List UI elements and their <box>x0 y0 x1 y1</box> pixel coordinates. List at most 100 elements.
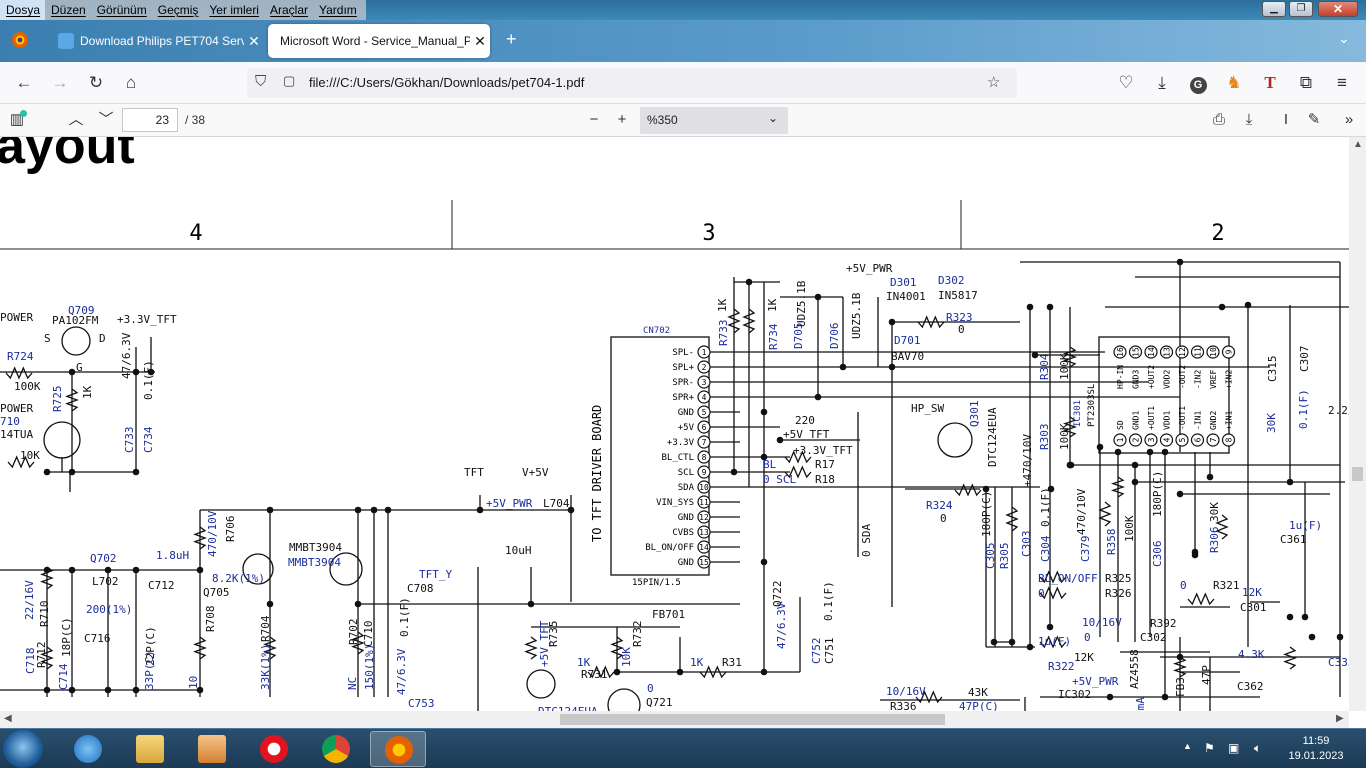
new-tab-button[interactable]: + <box>506 29 517 50</box>
list-all-tabs-button[interactable]: ⌄ <box>1338 30 1350 47</box>
vertical-scrollbar[interactable]: ▲ <box>1349 137 1366 711</box>
pocket-icon[interactable]: ♡ <box>1114 71 1138 95</box>
flag-icon[interactable]: ⚑ <box>1204 741 1215 755</box>
metamask-icon[interactable]: ♞ <box>1222 71 1246 95</box>
close-tab-icon[interactable]: ✕ <box>470 33 490 50</box>
previous-page-button[interactable]: ︿ <box>66 110 86 130</box>
reload-button[interactable]: ↻ <box>84 71 108 95</box>
component-label: HP_SW <box>911 402 944 415</box>
cn702-pin-number: 2 <box>702 363 707 372</box>
show-hidden-icons[interactable]: ▲ <box>1183 741 1192 751</box>
ic301-pin-number: 1 <box>1116 437 1125 442</box>
start-button[interactable] <box>3 730 43 768</box>
component-label: MMBT3904 <box>288 556 341 569</box>
media-icon <box>198 735 226 763</box>
bookmark-star-icon[interactable]: ☆ <box>987 73 1000 91</box>
ic301-pin-number: 16 <box>1116 347 1125 357</box>
scroll-right-arrow-icon[interactable]: ▶ <box>1336 713 1344 724</box>
component-label: PA102FM <box>52 314 99 327</box>
grammarly-icon[interactable]: G <box>1186 71 1210 95</box>
firefox-taskbar[interactable] <box>370 731 426 767</box>
internet-explorer-taskbar[interactable] <box>60 731 116 767</box>
translator-icon[interactable]: T <box>1258 71 1282 95</box>
component-label: FB3 <box>1174 677 1187 697</box>
component-label: DTC124EUA <box>986 407 999 467</box>
page-number-input[interactable]: 23 <box>122 108 178 132</box>
menu-yardim[interactable]: Yardım <box>313 0 362 20</box>
horizontal-scrollbar[interactable]: ◀ ▶ <box>0 711 1349 728</box>
ic301-pin-number: 5 <box>1178 437 1187 442</box>
close-tab-icon[interactable]: ✕ <box>244 33 264 50</box>
home-button[interactable]: ⌂ <box>119 71 143 95</box>
network-icon[interactable]: ▣ <box>1228 741 1239 755</box>
print-icon[interactable]: ⎙ <box>1208 110 1230 130</box>
component-label: 0.1(F) <box>1039 487 1052 527</box>
media-player-taskbar[interactable] <box>184 731 240 767</box>
junction-dot <box>1176 490 1184 498</box>
firefox-view-button[interactable] <box>10 30 30 50</box>
maximize-button[interactable]: ❐ <box>1289 1 1313 17</box>
tab-service-manual[interactable]: Microsoft Word - Service_Manual_P ✕ <box>268 24 490 58</box>
zoom-in-button[interactable]: + <box>612 110 632 130</box>
junction-dot <box>1046 623 1054 631</box>
menu-yer-imleri[interactable]: Yer imleri <box>203 0 264 20</box>
menu-gecmis[interactable]: Geçmiş <box>152 0 204 20</box>
component-label: 0 SDA <box>860 524 873 557</box>
component-label: R725 <box>51 386 64 413</box>
component-label: C710 <box>362 621 375 648</box>
menu-duzen[interactable]: Düzen <box>45 0 91 20</box>
cn702-pin-number: 9 <box>702 468 707 477</box>
app-menu-icon[interactable]: ≡ <box>1330 71 1354 95</box>
component-label: 33P(C) <box>143 650 156 690</box>
more-tools-icon[interactable]: » <box>1338 110 1360 130</box>
minimize-button[interactable]: ▁ <box>1262 1 1286 17</box>
resistor-symbol <box>1283 646 1297 670</box>
zoom-out-button[interactable]: − <box>584 110 604 130</box>
tab-philips-download[interactable]: Download Philips PET704 Servic ✕ <box>50 24 264 58</box>
component-label: 100K <box>1123 515 1136 542</box>
component-label: L702 <box>92 575 119 588</box>
explorer-taskbar[interactable] <box>122 731 178 767</box>
cn702-pin-label: VIN_SYS <box>656 498 694 508</box>
address-bar[interactable]: ⛉ ▢ file:///C:/Users/Gökhan/Downloads/pe… <box>247 68 1017 98</box>
junction-dot <box>132 686 140 694</box>
volume-icon[interactable]: 🔈︎ <box>1254 741 1261 756</box>
zoom-select[interactable]: %350 ⌄ <box>640 107 788 134</box>
component-label: TFT_Y <box>419 568 452 581</box>
draw-tool-icon[interactable]: ✎ <box>1303 110 1325 130</box>
opera-taskbar[interactable] <box>246 731 302 767</box>
extensions-icon[interactable]: ⧉ <box>1294 71 1318 95</box>
component-label: IN4001 <box>886 290 926 303</box>
component-label: 0 <box>940 512 947 525</box>
clock[interactable]: 11:59 19.01.2023 <box>1284 734 1348 764</box>
save-icon[interactable]: ⤓ <box>1238 110 1260 130</box>
back-button[interactable]: ← <box>12 71 36 95</box>
text-tool-icon[interactable]: I <box>1276 110 1296 130</box>
close-window-button[interactable]: ✕ <box>1318 1 1358 17</box>
menu-items: Dosya Düzen Görünüm Geçmiş Yer imleri Ar… <box>0 0 366 20</box>
component-label: POWER <box>0 402 33 415</box>
menu-gorunum[interactable]: Görünüm <box>91 0 152 20</box>
forward-button[interactable]: → <box>48 71 72 95</box>
component-label: R306 <box>1208 527 1221 554</box>
pdf-document-viewport[interactable]: ayout 4 3 2 CN702 15PIN/1.5 TO TFT DRIVE… <box>0 137 1349 711</box>
cn702-pin-label: GND <box>678 513 694 523</box>
shield-icon[interactable]: ⛉ <box>255 73 266 90</box>
component-label: R702 <box>347 619 360 646</box>
component-label: R336 <box>890 700 917 711</box>
scrollbar-thumb[interactable] <box>560 714 945 725</box>
menu-araclar[interactable]: Araçlar <box>264 0 313 20</box>
component-label: 0.1(F) <box>1297 389 1310 429</box>
scroll-left-arrow-icon[interactable]: ◀ <box>4 713 12 724</box>
scrollbar-thumb[interactable] <box>1352 467 1363 481</box>
junction-dot <box>1067 461 1075 469</box>
chrome-taskbar[interactable] <box>308 731 364 767</box>
next-page-button[interactable]: ﹀ <box>96 110 116 130</box>
component-label: 1K <box>766 298 779 312</box>
scroll-up-arrow-icon[interactable]: ▲ <box>1353 139 1363 150</box>
menu-dosya[interactable]: Dosya <box>0 0 46 20</box>
component-label: C362 <box>1237 680 1264 693</box>
component-label: 33K(1%) <box>259 644 272 690</box>
cn702-pin-number: 11 <box>699 498 709 507</box>
downloads-icon[interactable]: ⤓ <box>1150 71 1174 95</box>
